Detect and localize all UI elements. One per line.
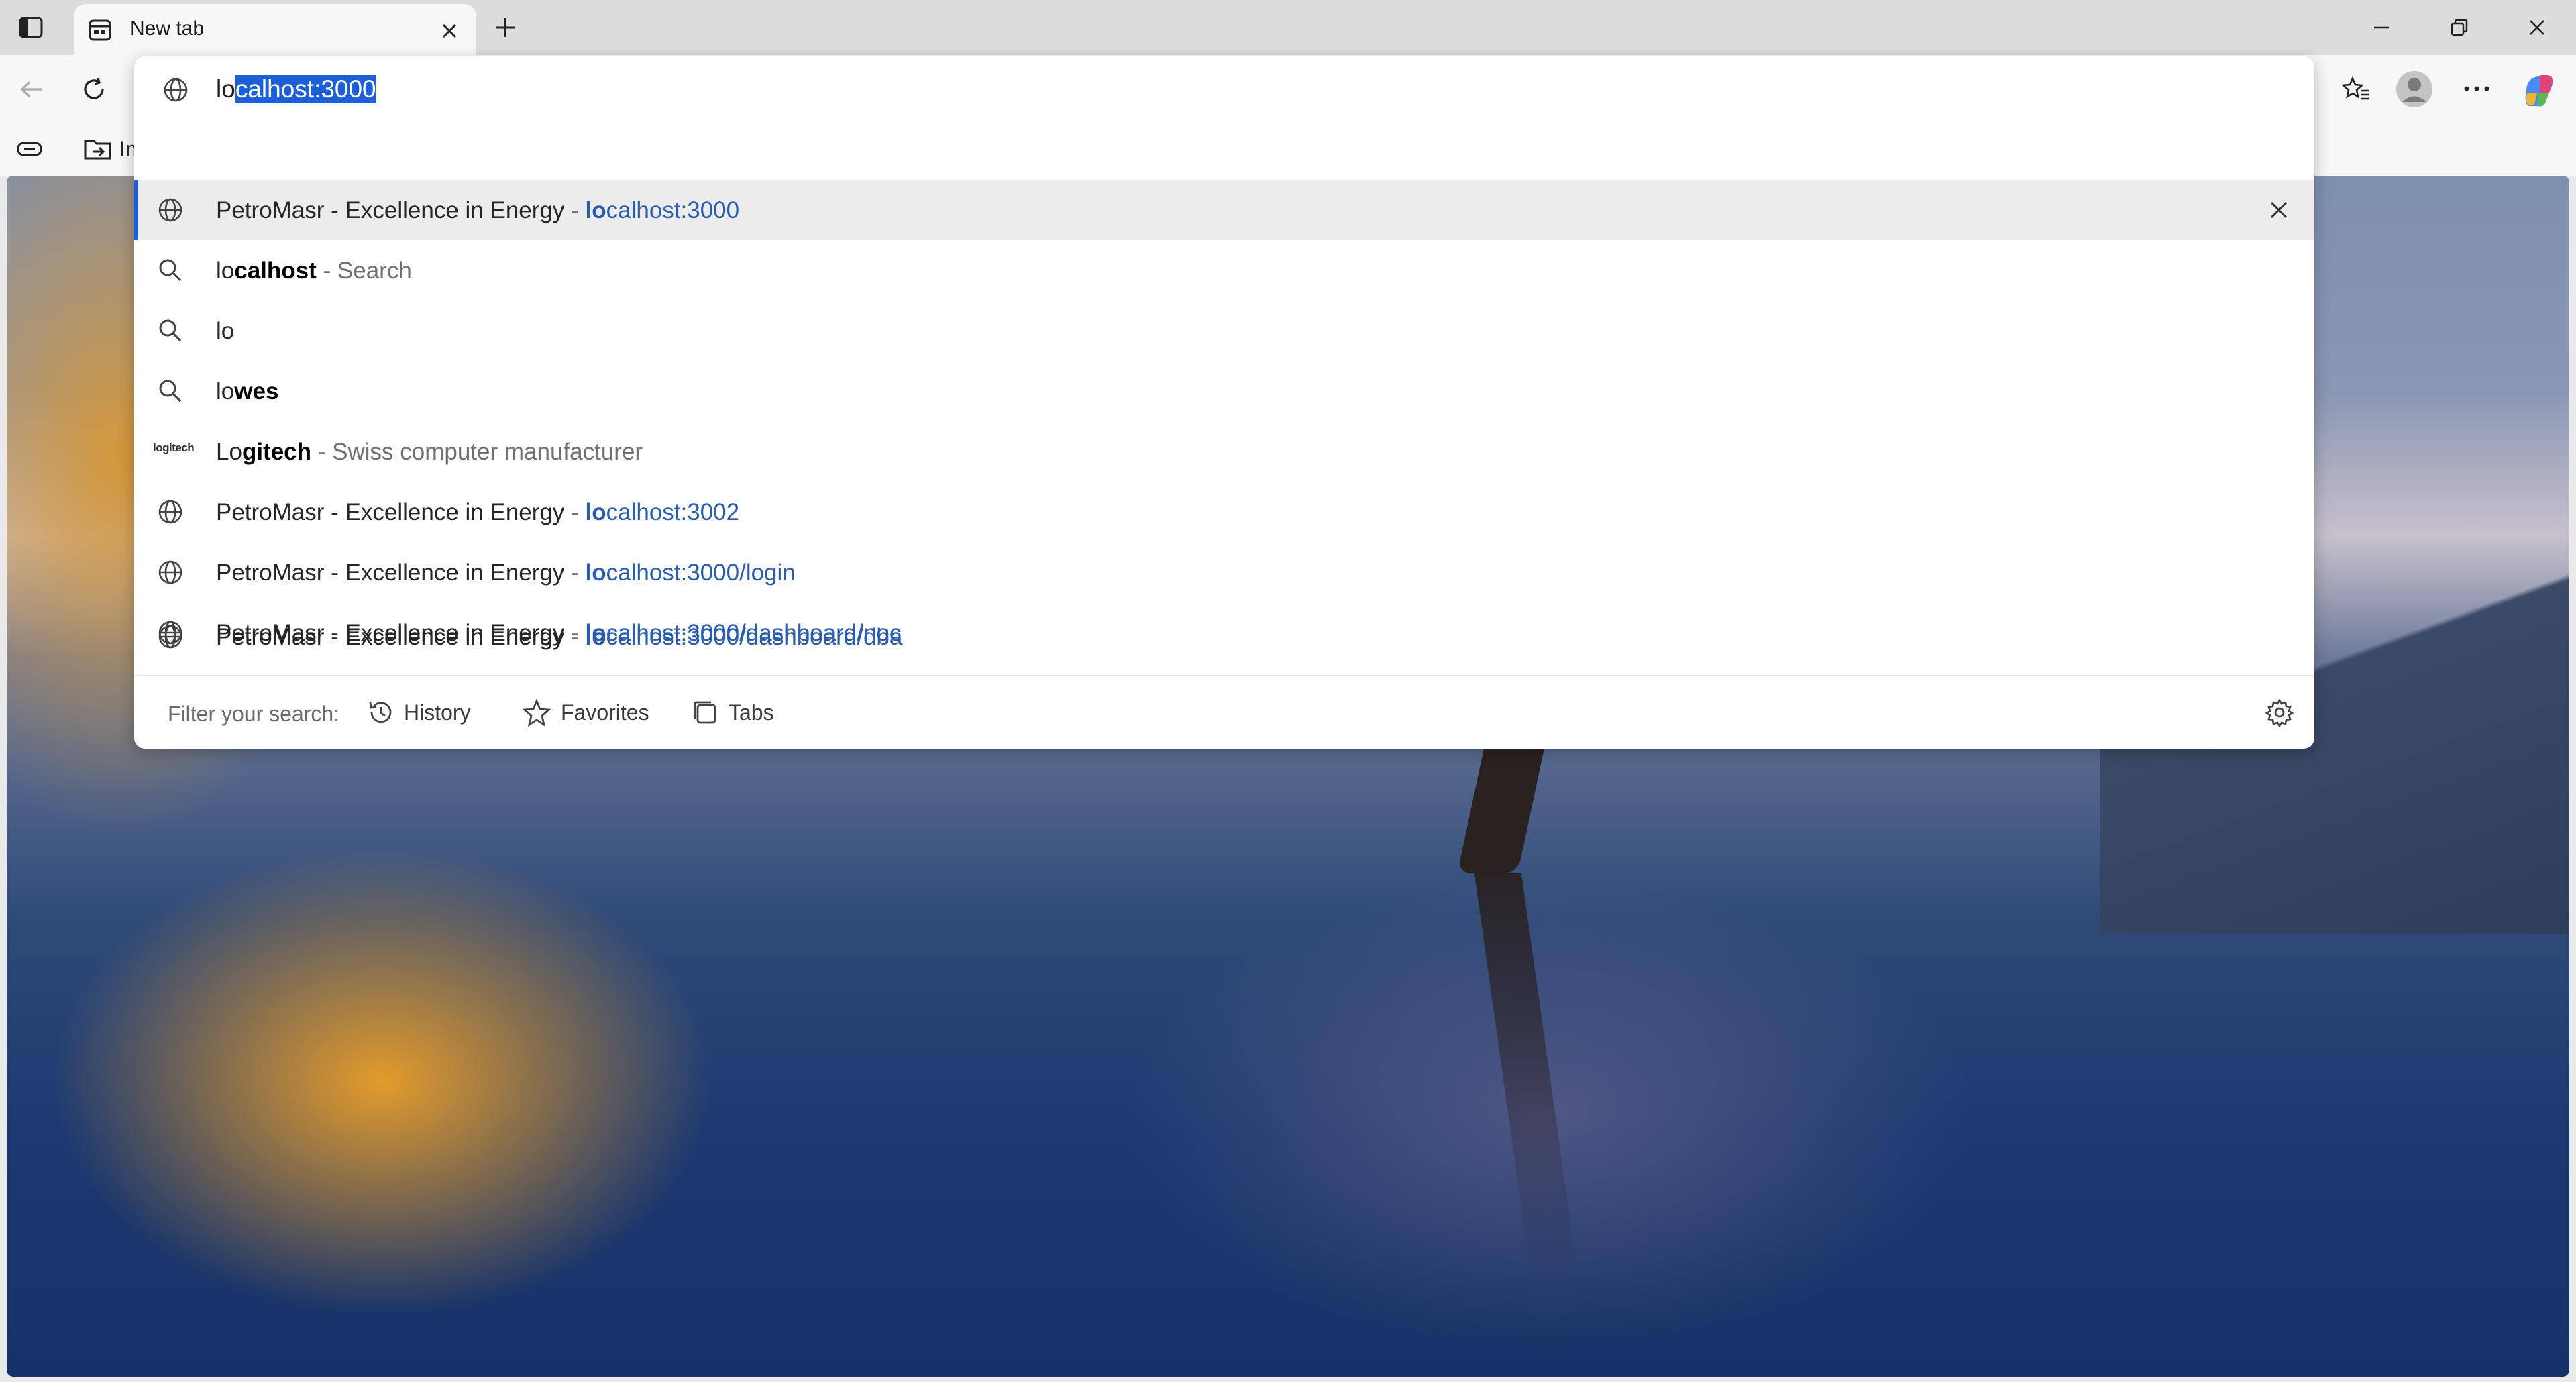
separator: - [564,624,586,650]
separator: - [564,197,586,223]
minimize-icon[interactable] [2361,12,2402,43]
close-window-icon[interactable] [2517,12,2557,43]
new-tab-page-icon [86,16,114,44]
globe-icon [157,498,184,525]
search-icon [157,257,184,284]
suggestion-item[interactable]: PetroMasr - Excellence in Energy - local… [134,542,2314,602]
suggestion-url: calhost:3000/dashboard/dba [606,624,903,650]
filter-history-button[interactable]: History [366,695,471,730]
separator: - [564,560,586,586]
suggestion-text: lo [216,318,234,345]
history-icon [369,702,392,723]
selection-indicator [134,180,138,240]
suggestion-item[interactable]: PetroMasr - Excellence in Energy - local… [134,180,2314,240]
filter-bar: Filter your search: History Favorites Ta… [134,676,2314,749]
query-completion: wes [234,378,279,405]
suggestion-item[interactable]: PetroMasr - Excellence in Energy - local… [134,482,2314,542]
address-bar[interactable]: localhost:3000 [134,56,2314,123]
suggestion-title: PetroMasr - Excellence in Energy [216,560,565,586]
suggestion-text: lowes [216,378,278,405]
copilot-icon[interactable] [2518,70,2559,110]
suggestion-url: calhost:3002 [606,499,740,525]
suggestion-text: PetroMasr - Excellence in Energy - local… [216,560,796,586]
favorites-star-icon[interactable] [2339,72,2373,106]
autocomplete-selection: calhost:3000 [235,75,376,103]
search-icon [157,378,184,405]
url-match: lo [585,624,606,650]
url-match: lo [585,499,606,525]
filter-history-label: History [404,700,471,725]
tabs-icon [694,701,716,724]
filter-label: Filter your search: [168,702,340,726]
suggestion-url: calhost:3000 [606,197,740,223]
filter-tabs-button[interactable]: Tabs [691,695,774,730]
star-icon [522,698,551,727]
tab-strip: New tab [0,0,2576,55]
remove-suggestion-icon[interactable] [2263,195,2294,225]
globe-icon [157,559,184,586]
typed-text: lo [216,75,235,103]
back-icon[interactable] [15,74,48,105]
suggestion-title: PetroMasr - Excellence in Energy [216,624,565,650]
tree-reflection [1474,873,1578,1276]
sidebar-toggle-icon[interactable] [15,12,47,43]
suggestion-text: PetroMasr - Excellence in Energy - local… [216,499,739,526]
url-match: lo [585,197,606,223]
suggestion-title: PetroMasr - Excellence in Energy [216,197,565,223]
entity-prefix: Lo [216,439,242,465]
globe-icon [161,75,191,105]
globe-icon [157,623,184,650]
suggestion-text: Logitech - Swiss computer manufacturer [216,439,643,466]
refresh-icon[interactable] [76,72,111,106]
profile-avatar[interactable] [2395,70,2434,109]
suggestion-item[interactable]: logitech Logitech - Swiss computer manuf… [134,421,2314,482]
url-match: lo [585,560,606,586]
tab-new-tab[interactable]: New tab [74,4,476,55]
search-icon [157,317,184,344]
new-tab-button[interactable] [488,11,522,44]
query-completion: calhost [234,258,317,284]
suggestion-item[interactable]: PetroMasr - Excellence in Energy - local… [134,606,2314,667]
address-bar-input[interactable]: localhost:3000 [216,75,376,103]
logitech-logo: logitech [153,441,195,454]
filter-favorites-label: Favorites [561,700,649,725]
folder-import-icon[interactable] [80,134,115,164]
settings-gear-icon[interactable] [2263,696,2296,729]
globe-icon [157,197,184,223]
restore-icon[interactable] [2439,12,2479,43]
entity-name: gitech [241,439,312,465]
suggestion-hint: - Search [316,258,412,284]
suggestion-item[interactable]: lo [134,301,2314,361]
suggestion-text: PetroMasr - Excellence in Energy - local… [216,197,739,224]
suggestion-text: localhost - Search [216,258,412,284]
query-prefix: lo [216,258,235,284]
collections-icon[interactable] [13,136,46,162]
filter-tabs-label: Tabs [729,700,774,725]
entity-description: - Swiss computer manufacturer [311,439,643,465]
close-tab-icon[interactable] [436,17,463,44]
tab-title: New tab [130,17,205,40]
suggestion-text: PetroMasr - Excellence in Energy - local… [216,624,902,651]
more-options-icon[interactable] [2458,75,2496,102]
separator: - [564,499,586,525]
suggestion-item[interactable]: localhost - Search [134,240,2314,301]
query-prefix: lo [216,318,235,344]
suggestion-title: PetroMasr - Excellence in Energy [216,499,565,525]
filter-favorites-button[interactable]: Favorites [522,695,649,730]
query-prefix: lo [216,378,235,405]
suggestion-url: calhost:3000/login [606,560,796,586]
suggestion-item[interactable]: lowes [134,361,2314,421]
